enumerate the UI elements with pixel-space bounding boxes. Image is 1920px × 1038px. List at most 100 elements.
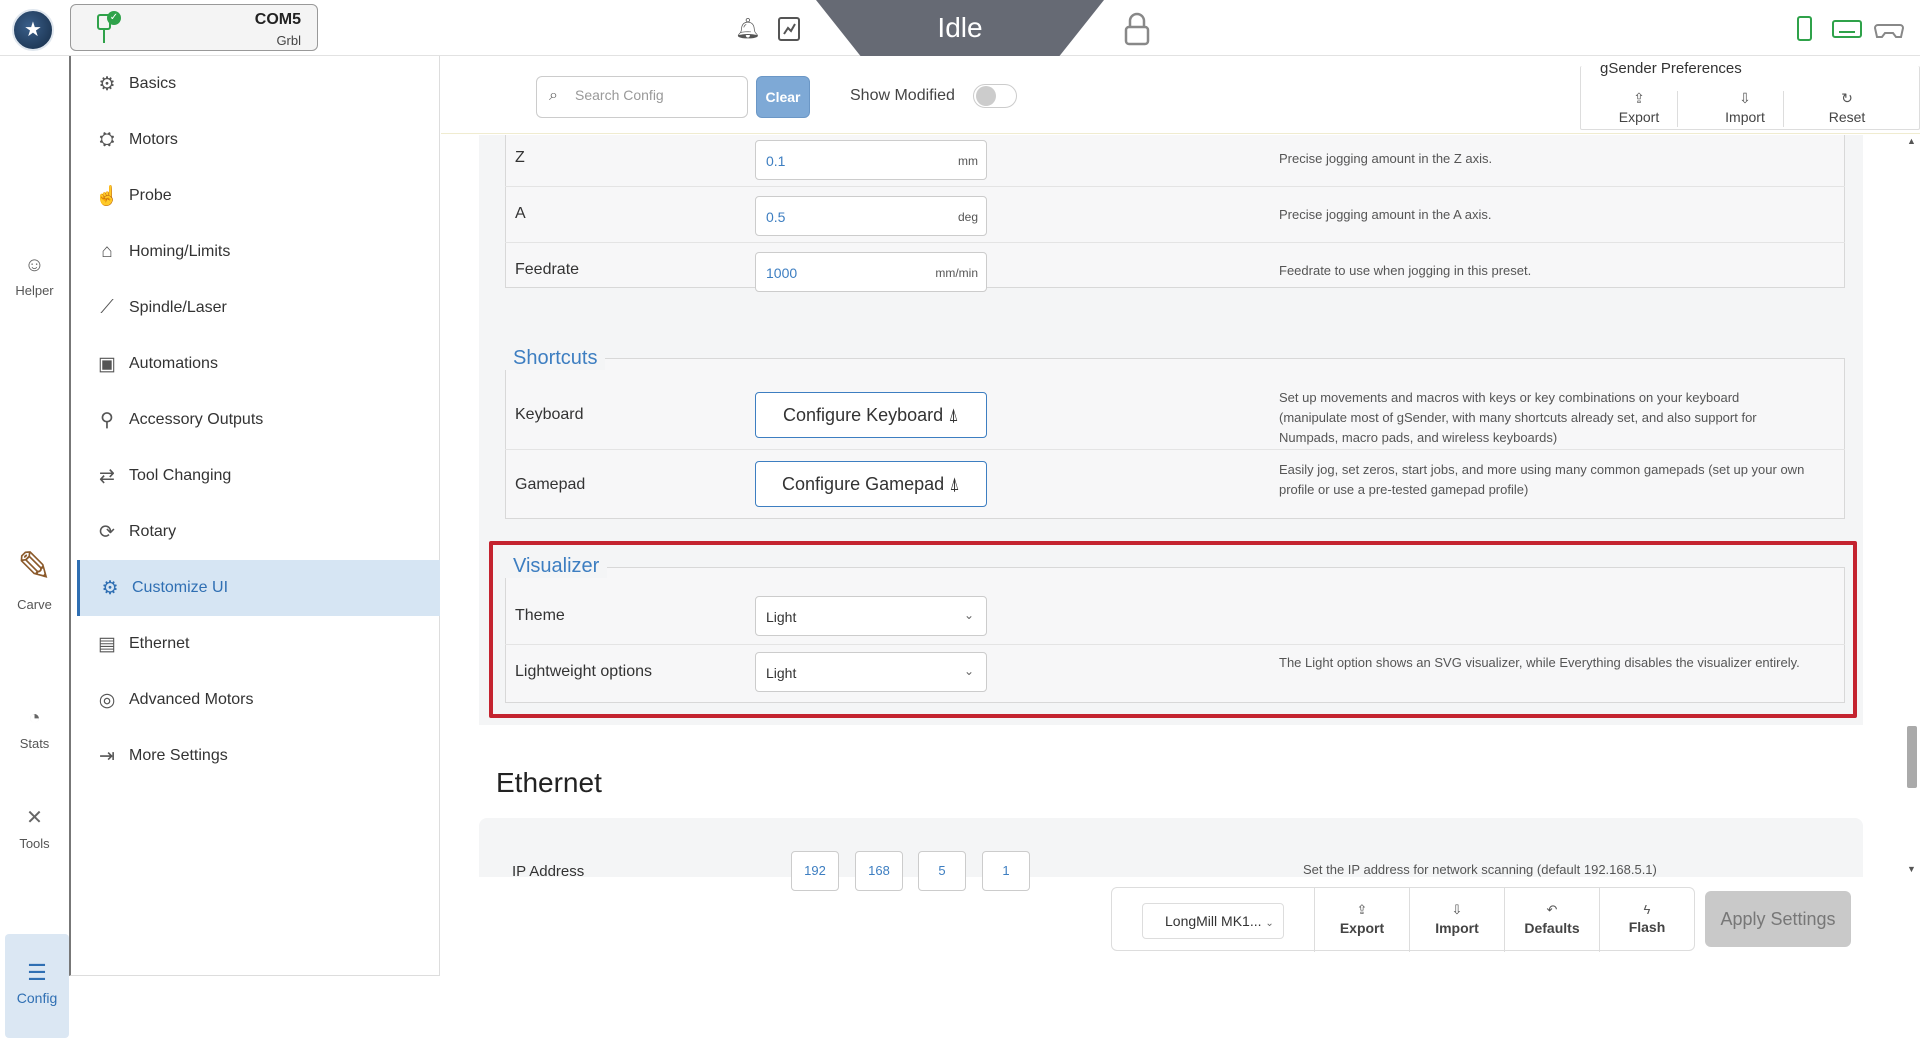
lock-icon[interactable] [1124, 12, 1150, 46]
app-logo[interactable] [12, 9, 54, 51]
advanced-motor-icon: ◎ [98, 689, 116, 711]
menu-item-accessory-outputs[interactable]: ⚲ Accessory Outputs [77, 392, 440, 448]
rail-config[interactable]: ☰ Config [5, 934, 69, 1038]
gear-icon: ⚙ [98, 73, 116, 95]
menu-item-probe[interactable]: ☝ Probe [77, 168, 440, 224]
row-description: Precise jogging amount in the Z axis. [1279, 151, 1493, 166]
configure-gamepad-button[interactable]: Configure Gamepad ⍋ [755, 461, 987, 507]
jog-row-a: A 0.5 deg Precise jogging amount in the … [505, 187, 1845, 243]
jog-a-input[interactable]: 0.5 deg [755, 196, 987, 236]
ip-address-label: IP Address [512, 863, 585, 877]
carve-icon: ✎ [16, 543, 53, 590]
menu-item-customize-ui[interactable]: ⚙ Customize UI [77, 560, 440, 616]
device-port: COM5 [254, 11, 301, 28]
connection-button[interactable]: ✓ COM5 Grbl [70, 4, 318, 51]
motor-icon: ⛭ [99, 129, 115, 150]
machine-profile-select[interactable]: LongMill MK1... ⌄ [1142, 903, 1284, 939]
rail-helper-label: Helper [15, 283, 54, 298]
export-icon: ⇪ [1356, 902, 1368, 917]
menu-item-homing[interactable]: ⌂ Homing/Limits [77, 224, 440, 280]
show-modified-toggle[interactable] [973, 84, 1017, 108]
export-icon: ⇪ [1633, 90, 1645, 106]
configure-keyboard-button[interactable]: Configure Keyboard ⍋ [755, 392, 987, 438]
more-settings-icon: ⇥ [99, 745, 115, 767]
scroll-down-icon[interactable]: ▼ [1907, 864, 1916, 874]
jog-row-label: Z [515, 149, 525, 166]
menu-item-label: Customize UI [132, 579, 229, 596]
left-rail: ☺ Helper ✎ Carve ◔ Stats ✕ Tools ☰ Confi… [0, 56, 69, 1038]
home-icon: ⌂ [101, 241, 113, 262]
jog-z-input[interactable]: 0.1 mm [755, 140, 987, 180]
scroll-up-icon[interactable]: ▲ [1907, 136, 1916, 146]
rail-carve[interactable]: ✎ Carve [0, 542, 69, 612]
menu-item-label: Basics [129, 75, 177, 92]
clear-button[interactable]: Clear [756, 76, 810, 118]
config-icon: ☰ [27, 960, 47, 985]
search-box[interactable]: ⌕ [536, 76, 748, 118]
import-settings-button[interactable]: ⇩ Import [1409, 888, 1504, 952]
shortcut-row-label: Keyboard [515, 406, 584, 423]
row-description: Feedrate to use when jogging in this pre… [1279, 263, 1532, 278]
search-icon: ⌕ [549, 87, 558, 104]
customize-icon: ⚙ [101, 577, 119, 599]
search-input[interactable] [575, 87, 735, 103]
menu-item-label: Tool Changing [129, 467, 232, 484]
import-icon: ⇩ [1739, 90, 1751, 106]
robot-icon: ▣ [98, 353, 116, 375]
bell-icon[interactable]: 🔔︎ [735, 16, 761, 42]
prefs-reset-button[interactable]: ↻ Reset [1802, 90, 1892, 125]
shortcut-row-gamepad: Gamepad Configure Gamepad ⍋ Easily jog, … [505, 450, 1845, 519]
config-toolbar: ⌕ Clear Show Modified gSender Preference… [441, 56, 1920, 134]
top-bar: ✓ COM5 Grbl 🔔︎ Idle [0, 0, 1920, 58]
menu-item-advanced-motors[interactable]: ◎ Advanced Motors [77, 672, 440, 728]
probe-icon: ☝ [95, 186, 119, 207]
menu-item-label: Spindle/Laser [129, 299, 227, 316]
prefs-reset-label: Reset [1828, 109, 1866, 125]
tools-icon: ✕ [26, 807, 43, 829]
ip-octet-3[interactable]: 5 [918, 851, 966, 891]
menu-item-label: Motors [129, 131, 178, 148]
content-scrollbar[interactable]: ▲ ▼ [1904, 134, 1920, 878]
menu-item-automations[interactable]: ▣ Automations [77, 336, 440, 392]
menu-item-motors[interactable]: ⛭ Motors [77, 112, 440, 168]
scroll-thumb[interactable] [1907, 726, 1917, 788]
menu-item-label: Automations [129, 355, 218, 372]
flash-button[interactable]: ϟ Flash [1599, 888, 1694, 952]
rotary-icon: ⟳ [99, 521, 115, 543]
mobile-icon[interactable] [1790, 16, 1820, 42]
ip-octet-4[interactable]: 1 [982, 851, 1030, 891]
apply-settings-button[interactable]: Apply Settings [1705, 891, 1851, 947]
ethernet-heading: Ethernet [496, 767, 602, 798]
gamepad-icon[interactable] [1874, 16, 1904, 42]
prefs-import-button[interactable]: ⇩ Import [1700, 90, 1790, 125]
menu-item-label: Accessory Outputs [129, 411, 264, 428]
menu-item-spindle[interactable]: ⟋ Spindle/Laser [77, 280, 440, 336]
jog-row-z: Z 0.1 mm Precise jogging amount in the Z… [505, 135, 1845, 187]
export-settings-button[interactable]: ⇪ Export [1314, 888, 1409, 952]
defaults-button[interactable]: ↶ Defaults [1504, 888, 1599, 952]
rail-tools-label: Tools [19, 836, 50, 851]
ip-octet-1[interactable]: 192 [791, 851, 839, 891]
menu-item-tool-changing[interactable]: ⇄ Tool Changing [77, 448, 440, 504]
rail-tools[interactable]: ✕ Tools [0, 805, 69, 851]
menu-item-label: Rotary [129, 523, 177, 540]
jog-feedrate-input[interactable]: 1000 mm/min [755, 252, 987, 292]
menu-item-label: Homing/Limits [129, 243, 231, 260]
menu-item-basics[interactable]: ⚙ Basics [77, 56, 440, 112]
menu-item-label: Ethernet [129, 635, 190, 652]
diagnostics-icon[interactable] [776, 16, 802, 42]
menu-item-more-settings[interactable]: ⇥ More Settings [77, 728, 440, 784]
import-icon: ⇩ [1451, 902, 1463, 917]
device-firmware: Grbl [276, 33, 301, 48]
prefs-export-button[interactable]: ⇪ Export [1594, 90, 1684, 125]
menu-item-rotary[interactable]: ⟳ Rotary [77, 504, 440, 560]
defaults-label: Defaults [1524, 920, 1580, 936]
rail-stats[interactable]: ◔ Stats [0, 707, 69, 751]
shortcuts-title: Shortcuts [505, 347, 606, 370]
keyboard-icon[interactable] [1832, 16, 1862, 42]
ip-octet-2[interactable]: 168 [855, 851, 903, 891]
row-description: Easily jog, set zeros, start jobs, and m… [1279, 462, 1805, 497]
menu-item-ethernet[interactable]: ▤ Ethernet [77, 616, 440, 672]
rail-helper[interactable]: ☺ Helper [0, 254, 69, 298]
jog-row-feedrate: Feedrate 1000 mm/min Feedrate to use whe… [505, 243, 1845, 299]
